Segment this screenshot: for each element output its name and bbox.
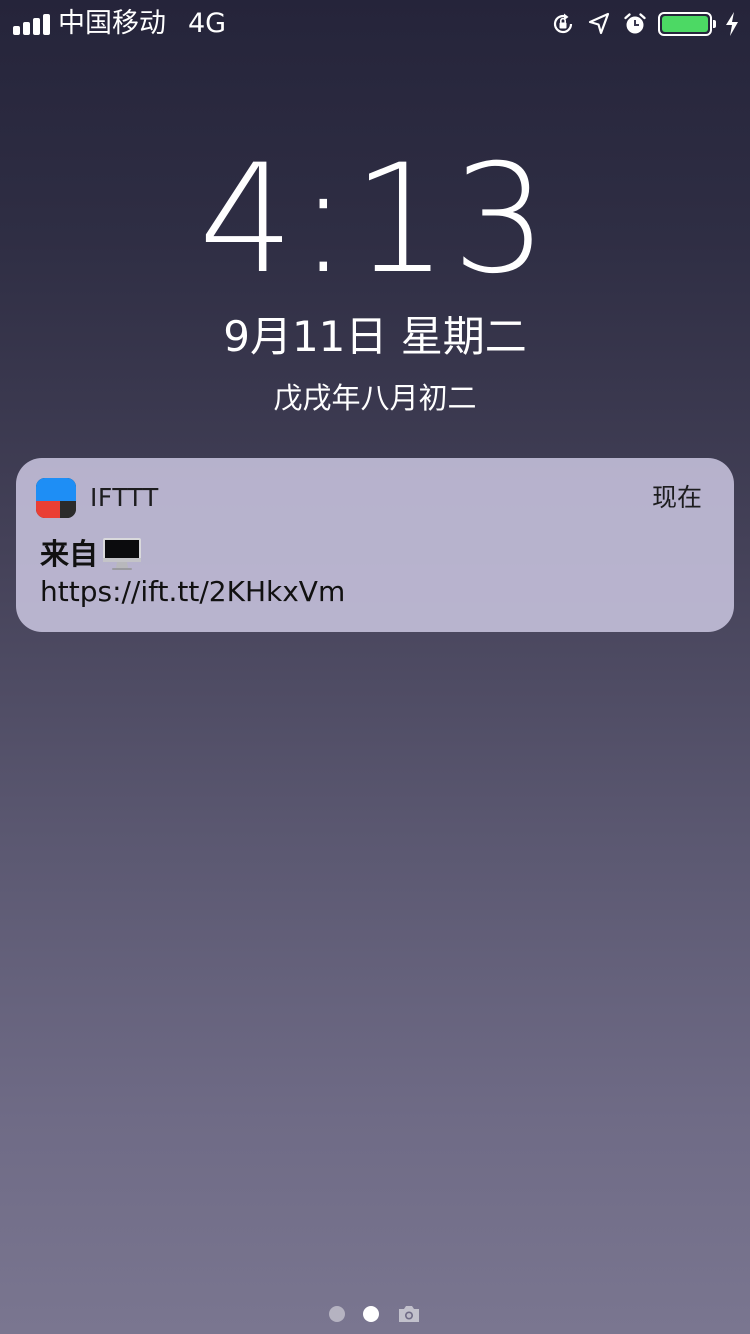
status-bar: 中国移动 4G: [0, 0, 750, 48]
signal-icon: [13, 13, 51, 35]
notification-title-text: 来自: [40, 537, 99, 571]
notification-app-name: IFTTT: [90, 483, 159, 512]
ifttt-app-icon: [36, 478, 76, 518]
carrier-label: 中国移动 4G: [58, 8, 226, 40]
desktop-computer-icon: [103, 538, 142, 570]
location-arrow-icon: [588, 12, 610, 35]
lock-screen-lunar-date: 戊戌年八月初二: [273, 381, 477, 415]
charging-bolt-icon: [726, 12, 738, 36]
network-type: 4G: [188, 8, 227, 39]
battery-level: [662, 16, 708, 32]
notification-time: 现在: [651, 483, 702, 512]
lock-screen-time: 4:13: [198, 133, 552, 307]
camera-icon[interactable]: [397, 1304, 421, 1324]
carrier-name: 中国移动: [58, 8, 166, 39]
page-indicator: [0, 1300, 750, 1328]
orientation-lock-icon: [553, 13, 573, 34]
page-dot[interactable]: [329, 1306, 345, 1322]
battery-icon: [658, 12, 716, 36]
alarm-icon: [624, 13, 646, 34]
lock-screen-date: 9月11日 星期二: [223, 312, 527, 361]
page-dot-active[interactable]: [363, 1306, 379, 1322]
notification-body: https://ift.tt/2KHkxVm: [40, 575, 346, 608]
notification-card[interactable]: IFTTT 现在 来自 https://ift.tt/2KHkxVm: [16, 458, 734, 632]
status-icons: [550, 8, 740, 40]
notification-title: 来自: [40, 534, 144, 574]
